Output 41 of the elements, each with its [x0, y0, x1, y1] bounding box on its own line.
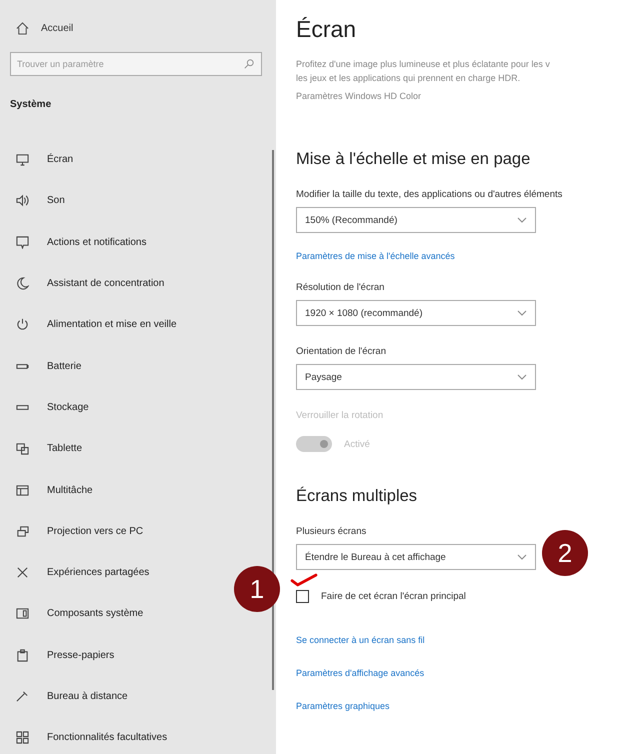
sidebar-item[interactable]: Batterie [10, 345, 82, 387]
toggle-label: Activé [344, 438, 370, 450]
sidebar-item[interactable]: Alimentation et mise en veille [10, 304, 177, 346]
sidebar-item[interactable]: Presse-papiers [10, 634, 114, 676]
sidebar-item[interactable]: Écran [10, 139, 74, 180]
section-heading: Écrans multiples [296, 486, 418, 506]
home-link[interactable]: Accueil [10, 18, 276, 38]
settings-link[interactable]: Paramètres graphiques [296, 701, 639, 712]
sidebar-item[interactable]: Assistant de concentration [10, 262, 164, 304]
field-label: Verrouiller la rotation [296, 410, 384, 422]
field-label: Résolution de l'écran [296, 282, 386, 294]
description-text: les jeux et les applications qui prennent en charge HDR. [296, 72, 522, 85]
field-label: Plusieurs écrans [296, 526, 368, 538]
sidebar-item[interactable]: Expériences partagées [10, 552, 150, 594]
search-input[interactable]: Trouver un paramètre [11, 59, 261, 69]
hd-color-link[interactable]: Paramètres Windows HD Color [296, 91, 639, 101]
search-field[interactable]: Trouver un paramètre [10, 52, 262, 76]
number-badge: 2 [542, 530, 588, 576]
sidebar-item[interactable]: Stockage [10, 386, 89, 428]
sidebar-item[interactable]: Fonctionnalités facultatives [10, 717, 168, 754]
settings-link[interactable]: Se connecter à un écran sans fil [296, 635, 639, 646]
multiple-displays-dropdown[interactable]: Étendre le Bureau à cet affichage [296, 544, 536, 570]
scale-dropdown[interactable]: 150% (Recommandé) [296, 207, 536, 233]
advanced-scaling-link[interactable]: Paramètres de mise à l'échelle avancés [296, 251, 639, 262]
page-title: Écran [296, 16, 358, 43]
settings-link[interactable]: Paramètres d'affichage avancés [296, 668, 639, 679]
field-label: Modifier la taille du texte, des applications ou d'autres éléments [296, 189, 564, 201]
field-label: Orientation de l'écran [296, 346, 388, 358]
section-heading: Mise à l'échelle et mise en page [296, 149, 532, 169]
checkbox-label: Faire de cet écran l'écran principal [321, 591, 466, 602]
orientation-dropdown[interactable]: Paysage [296, 364, 536, 390]
sidebar-item[interactable]: Composants système [10, 593, 144, 635]
sidebar-item[interactable]: Multitâche [10, 469, 93, 511]
section-heading: Système [10, 99, 52, 112]
sidebar-item[interactable]: Actions et notifications [10, 222, 146, 263]
sidebar-item[interactable]: Bureau à distance [10, 676, 128, 718]
description-text: Profitez d'une image plus lumineuse et plus éclatante pour les v [296, 58, 551, 71]
sidebar-item[interactable]: Son [10, 180, 65, 222]
sidebar-item[interactable]: Projection vers ce PC [10, 510, 144, 552]
sidebar-item[interactable]: Tablette [10, 428, 82, 470]
resolution-dropdown[interactable]: 1920 × 1080 (recommandé) [296, 300, 536, 326]
